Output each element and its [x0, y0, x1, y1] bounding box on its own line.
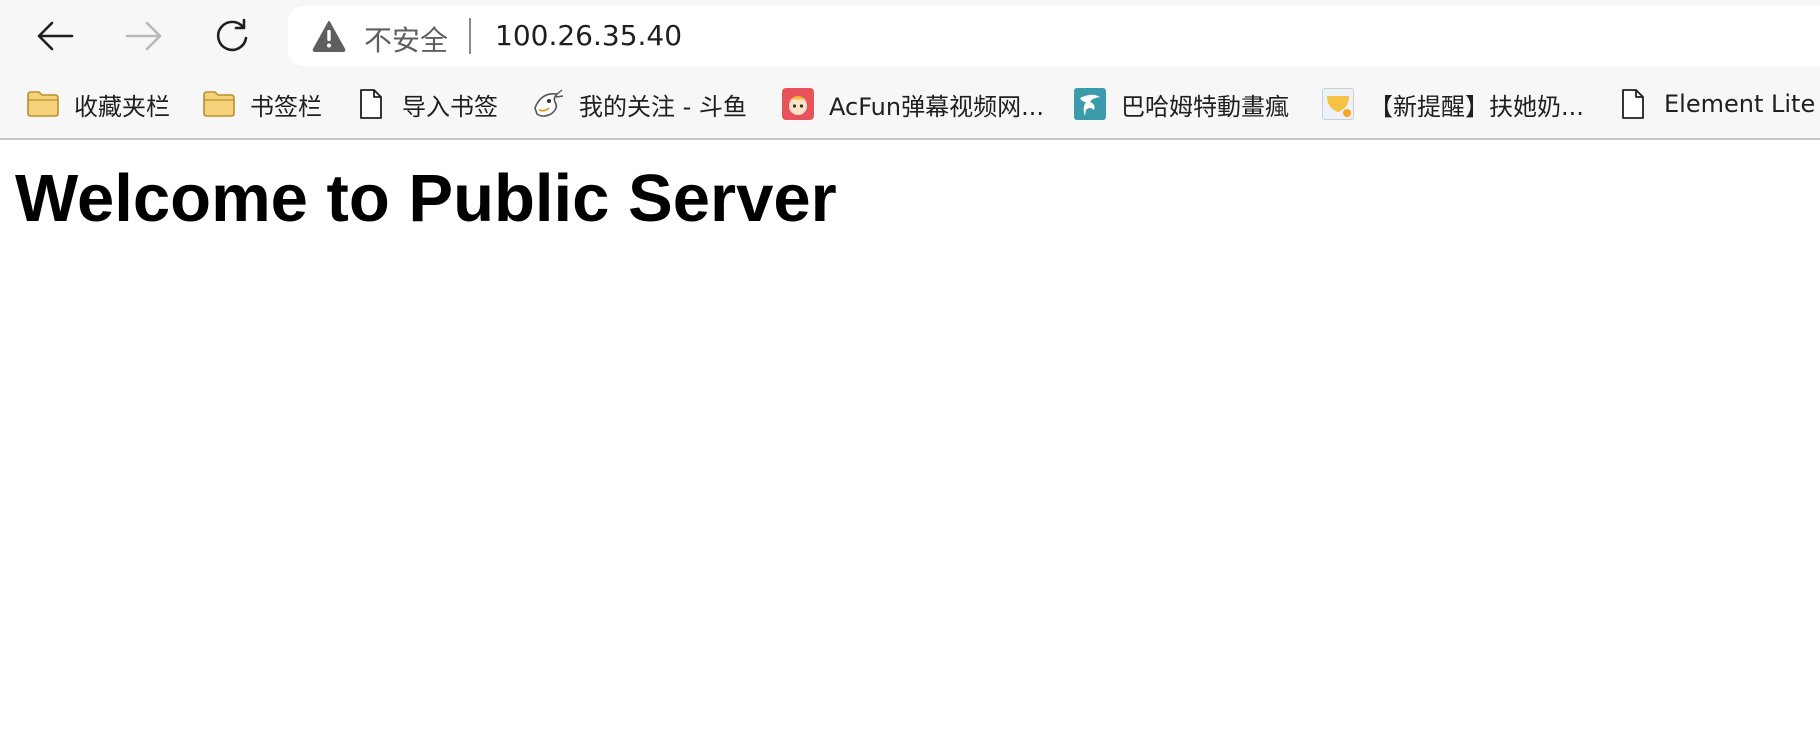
- bookmark-label: 收藏夹栏: [74, 92, 170, 121]
- bookmark-favorites-bar-folder[interactable]: 收藏夹栏: [26, 86, 170, 122]
- folder-icon: [26, 88, 60, 120]
- bookmark-element-lite[interactable]: Element Lite: [1616, 86, 1815, 122]
- acfun-icon: [781, 88, 815, 120]
- bookmark-label: 【新提醒】扶她奶...: [1369, 92, 1584, 121]
- bookmark-import-bookmarks[interactable]: 导入书签: [354, 86, 498, 122]
- bookmark-label: 导入书签: [402, 92, 498, 121]
- forward-button[interactable]: [122, 14, 166, 58]
- browser-chrome: 不安全 100.26.35.40 收藏夹栏 书签栏 导入书签 我的关注 - 斗鱼…: [0, 0, 1820, 140]
- warning-icon[interactable]: [312, 20, 346, 52]
- page-heading: Welcome to Public Server: [15, 161, 837, 236]
- bookmark-acfun[interactable]: AcFun弹幕视频网...: [781, 86, 1044, 122]
- douyu-fish-icon: [531, 88, 565, 120]
- page-icon: [354, 88, 388, 120]
- security-status-label[interactable]: 不安全: [364, 19, 448, 59]
- bahamut-dragon-icon: [1073, 88, 1107, 120]
- bookmark-label: 书签栏: [250, 92, 322, 121]
- browser-toolbar: 不安全 100.26.35.40: [0, 0, 1820, 72]
- bookmark-bookmarks-bar-folder[interactable]: 书签栏: [202, 86, 322, 122]
- url-text[interactable]: 100.26.35.40: [495, 19, 682, 52]
- address-divider: [469, 18, 471, 54]
- reload-icon: [214, 18, 250, 54]
- bookmark-label: AcFun弹幕视频网...: [829, 92, 1044, 121]
- page-icon: [1616, 88, 1650, 120]
- bookmark-label: 我的关注 - 斗鱼: [579, 92, 747, 121]
- arrow-left-icon: [36, 21, 74, 51]
- bookmark-label: 巴哈姆特動畫瘋: [1121, 92, 1289, 121]
- back-button[interactable]: [33, 14, 77, 58]
- bookmark-label: Element Lite: [1664, 90, 1816, 118]
- folder-icon: [202, 88, 236, 120]
- reload-button[interactable]: [210, 14, 254, 58]
- forum-site-icon: [1321, 88, 1355, 120]
- bookmark-douyu-follows[interactable]: 我的关注 - 斗鱼: [531, 86, 747, 122]
- address-bar[interactable]: 不安全 100.26.35.40: [288, 6, 1820, 66]
- bookmark-forum-reminder[interactable]: 【新提醒】扶她奶...: [1321, 86, 1584, 122]
- bookmark-bahamut-anime[interactable]: 巴哈姆特動畫瘋: [1073, 86, 1289, 122]
- bookmarks-bar: 收藏夹栏 书签栏 导入书签 我的关注 - 斗鱼 AcFun弹幕视频网... 巴哈…: [0, 72, 1820, 138]
- arrow-right-icon: [125, 21, 163, 51]
